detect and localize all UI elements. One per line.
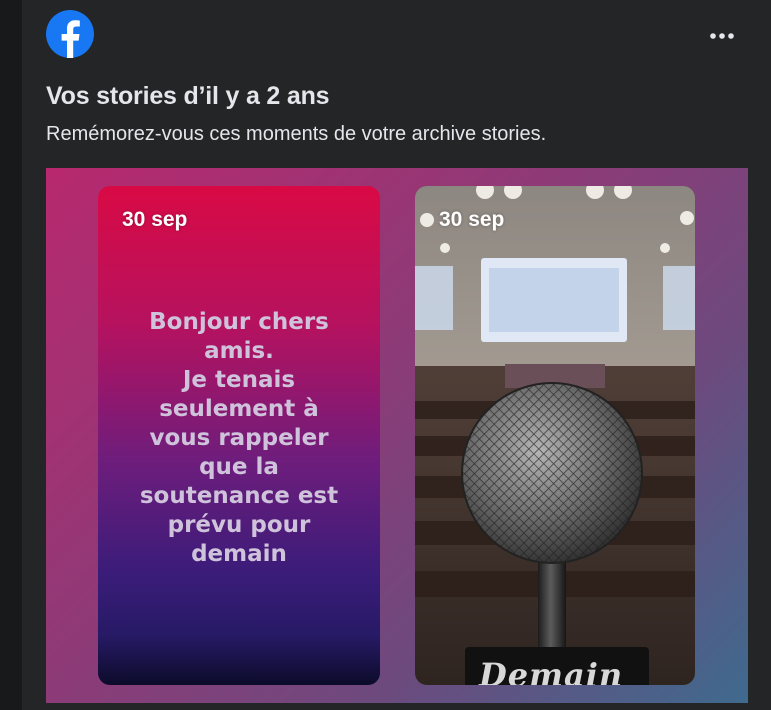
stories-banner: 30 sep Bonjour chers amis. Je tenais seu… [46,168,748,703]
story-text: Bonjour chers amis. Je tenais seulement … [139,309,339,567]
microphone-photo [415,186,695,685]
story-card-text[interactable]: 30 sep Bonjour chers amis. Je tenais seu… [98,186,380,685]
story-card-photo[interactable]: 30 sep Demain [415,186,695,685]
story-caption: Demain [479,656,624,685]
facebook-logo-icon[interactable] [46,10,94,58]
story-date: 30 sep [122,208,188,231]
memory-card: Vos stories d’il y a 2 ans Remémorez-vou… [22,0,771,710]
memory-subtitle: Remémorez-vous ces moments de votre arch… [46,123,547,145]
story-date: 30 sep [439,208,505,231]
more-options-icon [710,33,734,39]
more-options-button[interactable] [702,20,742,52]
memory-title: Vos stories d’il y a 2 ans [46,82,330,110]
